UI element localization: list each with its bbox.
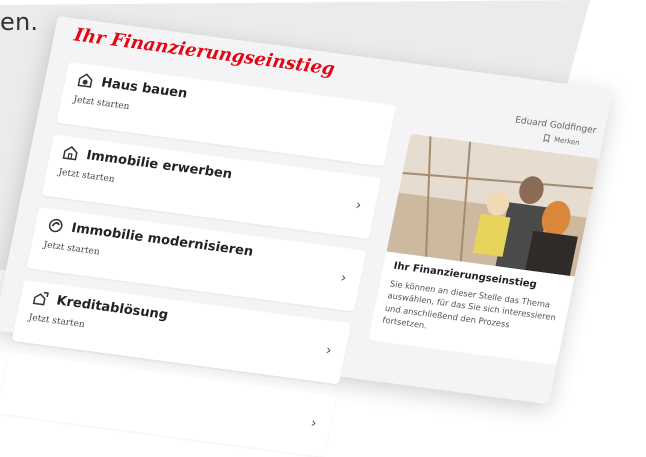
- topic-card-list: Haus bauen Jetzt starten Immobilie erwer…: [0, 61, 397, 457]
- renovation-icon: [48, 218, 63, 233]
- house-icon: [62, 146, 78, 161]
- card-subtitle: Jetzt starten: [27, 312, 86, 331]
- bookmark-hand-icon: [543, 134, 551, 143]
- card-subtitle: Jetzt starten: [42, 240, 101, 258]
- chevron-right-icon: ›: [354, 197, 363, 214]
- finance-start-screen: Ihr Finanzierungseinstieg Eduard Goldfin…: [0, 16, 614, 457]
- user-name: Eduard Goldfinger: [514, 115, 598, 137]
- card-subtitle: Jetzt starten: [57, 167, 116, 185]
- family-photo: [386, 133, 599, 277]
- screen-wrapper: Ihr Finanzierungseinstieg Eduard Goldfin…: [0, 0, 646, 457]
- chevron-right-icon: ›: [339, 269, 348, 287]
- merken-button[interactable]: Merken: [541, 133, 580, 147]
- card-subtitle: Jetzt starten: [72, 94, 131, 113]
- credit-replacement-icon: [32, 291, 49, 306]
- chevron-right-icon: ›: [309, 415, 319, 432]
- info-card: Ihr Finanzierungseinstieg Sie können an …: [368, 133, 599, 366]
- chevron-right-icon: ›: [324, 342, 333, 359]
- merken-label: Merken: [553, 135, 581, 147]
- card-title: Haus bauen: [99, 74, 189, 102]
- house-build-icon: [77, 73, 93, 88]
